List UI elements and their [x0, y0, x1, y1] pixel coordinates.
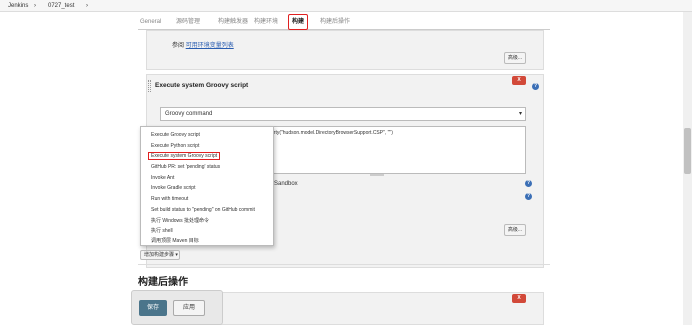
- env-vars-hint: 参阅 可用环境变量列表: [172, 40, 234, 49]
- menu-item[interactable]: 执行 shell: [151, 227, 173, 234]
- select-value: Groovy command: [165, 111, 213, 117]
- code-text: erty("hudson.model.DirectoryBrowserSuppo…: [271, 130, 393, 136]
- env-vars-link[interactable]: 可用环境变量列表: [186, 43, 234, 49]
- advanced-button[interactable]: 高级...: [504, 224, 526, 236]
- delete-post-build-button[interactable]: X: [512, 294, 526, 303]
- help-icon[interactable]: ?: [525, 180, 532, 187]
- menu-item[interactable]: Set build status to "pending" on GitHub …: [151, 207, 255, 213]
- menu-item[interactable]: GitHub PR: set 'pending' status: [151, 164, 220, 170]
- menu-item[interactable]: 执行 Windows 批处理命令: [151, 217, 209, 224]
- menu-item[interactable]: Invoke Ant: [151, 175, 174, 181]
- sandbox-label: Sandbox: [274, 181, 298, 187]
- tab-general[interactable]: General: [140, 16, 161, 28]
- breadcrumb-bar: Jenkins › 0727_test ›: [0, 0, 692, 12]
- tab-triggers[interactable]: 构建触发器: [218, 16, 248, 28]
- menu-item[interactable]: Run with timeout: [151, 196, 188, 202]
- divider: [138, 264, 550, 265]
- menu-item-selected[interactable]: Execute system Groovy script: [148, 152, 221, 160]
- step-title: Execute system Groovy script: [155, 82, 249, 89]
- post-build-heading: 构建后操作: [138, 277, 188, 288]
- menu-item[interactable]: Execute Python script: [151, 143, 199, 149]
- breadcrumb-separator[interactable]: ›: [86, 0, 88, 12]
- save-button[interactable]: 保存: [139, 300, 167, 316]
- chevron-down-icon: ▾: [518, 111, 522, 117]
- delete-step-button[interactable]: X: [512, 76, 526, 85]
- drag-handle-icon[interactable]: [148, 80, 151, 92]
- menu-item[interactable]: 调用顶层 Maven 目标: [151, 237, 199, 244]
- breadcrumb-job[interactable]: 0727_test: [48, 0, 74, 12]
- tab-environment[interactable]: 构建环境: [254, 16, 278, 28]
- menu-item[interactable]: Invoke Gradle script: [151, 185, 195, 191]
- apply-button[interactable]: 应用: [173, 300, 205, 316]
- tab-post-build[interactable]: 构建后操作: [320, 16, 350, 28]
- help-icon[interactable]: ?: [525, 193, 532, 200]
- add-build-step-button[interactable]: 增加构建步骤 ▾: [140, 250, 180, 260]
- advanced-button[interactable]: 高级...: [504, 52, 526, 64]
- build-env-panel: [146, 30, 544, 70]
- breadcrumb-jenkins[interactable]: Jenkins: [8, 0, 28, 12]
- menu-item[interactable]: Execute Groovy script: [151, 132, 200, 138]
- resize-handle[interactable]: [370, 174, 384, 176]
- tab-build[interactable]: 构建: [288, 14, 309, 30]
- tab-scm[interactable]: 源码管理: [176, 16, 200, 28]
- env-prefix: 参阅: [172, 43, 185, 49]
- config-tabs: General 源码管理 构建触发器 构建环境 构建 构建后操作: [138, 14, 550, 30]
- breadcrumb-separator: ›: [34, 3, 36, 9]
- help-icon[interactable]: ?: [532, 83, 539, 90]
- scrollbar-thumb[interactable]: [684, 128, 691, 174]
- add-step-menu: Execute Groovy script Execute Python scr…: [140, 126, 274, 246]
- groovy-source-select[interactable]: Groovy command ▾: [160, 107, 526, 121]
